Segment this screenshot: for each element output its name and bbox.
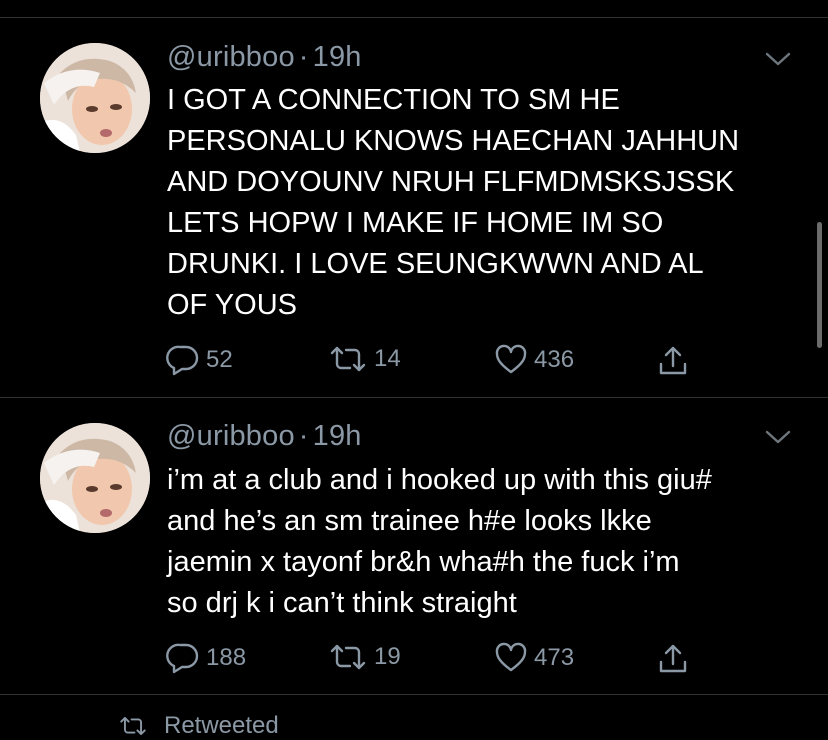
tweet-text-line: LETS HOPW I MAKE IF HOME IM SO bbox=[167, 207, 664, 239]
tweet-text-line: DRUNKI. I LOVE SEUNGKWWN AND AL bbox=[167, 248, 704, 280]
retweet-count: 14 bbox=[374, 345, 401, 372]
tweet-meta: @uribboo · 19h bbox=[167, 41, 362, 74]
avatar-image bbox=[40, 423, 150, 533]
share-icon bbox=[659, 644, 687, 673]
reply-count: 188 bbox=[206, 644, 247, 671]
retweeted-indicator: Retweeted bbox=[118, 712, 279, 740]
retweet-icon bbox=[330, 346, 366, 372]
tweet-text-line: AND DOYOUNV NRUH FLFMDMSKSJSSK bbox=[167, 166, 735, 198]
tweet-text-line: and he’s an sm trainee h#e looks lkke bbox=[167, 505, 652, 537]
retweeted-label: Retweeted bbox=[164, 712, 279, 739]
retweet-button[interactable]: 14 bbox=[328, 344, 401, 374]
tweet-time[interactable]: 19h bbox=[313, 41, 362, 73]
retweet-count: 19 bbox=[374, 643, 401, 670]
retweet-icon bbox=[330, 644, 366, 670]
reply-button[interactable]: 52 bbox=[166, 344, 233, 376]
share-button[interactable] bbox=[656, 344, 690, 378]
retweet-button[interactable]: 19 bbox=[328, 642, 401, 672]
tweet-text: I GOT A CONNECTION TO SM HE PERSONALU KN… bbox=[167, 80, 807, 326]
tweet-text: i’m at a club and i hooked up with this … bbox=[167, 460, 807, 624]
retweet-icon bbox=[120, 716, 146, 736]
chevron-down-icon[interactable] bbox=[764, 50, 792, 68]
meta-separator: · bbox=[298, 41, 309, 73]
top-divider bbox=[0, 17, 828, 18]
like-count: 436 bbox=[534, 346, 575, 373]
tweet-meta: @uribboo · 19h bbox=[167, 420, 362, 453]
reply-count: 52 bbox=[206, 346, 233, 373]
user-handle[interactable]: @uribboo bbox=[167, 420, 295, 452]
reply-icon bbox=[166, 643, 199, 674]
tweet-time[interactable]: 19h bbox=[313, 420, 362, 452]
tweet-text-line: i’m at a club and i hooked up with this … bbox=[167, 464, 712, 496]
share-button[interactable] bbox=[656, 642, 690, 676]
tweet-text-line: so drj k i can’t think straight bbox=[167, 587, 517, 619]
reply-icon bbox=[166, 345, 199, 376]
chevron-down-icon[interactable] bbox=[764, 428, 792, 446]
reply-button[interactable]: 188 bbox=[166, 642, 246, 674]
user-handle[interactable]: @uribboo bbox=[167, 41, 295, 73]
tweet-text-line: jaemin x tayonf br&h wha#h the fuck i’m bbox=[167, 546, 680, 578]
tweet-text-line: OF YOUS bbox=[167, 289, 297, 321]
tweet-text-line: I GOT A CONNECTION TO SM HE bbox=[167, 84, 620, 116]
avatar[interactable] bbox=[40, 423, 150, 533]
like-count: 473 bbox=[534, 644, 575, 671]
like-icon bbox=[495, 642, 527, 672]
avatar-image bbox=[40, 43, 150, 153]
scrollbar[interactable] bbox=[817, 222, 822, 348]
tweet-text-line: PERSONALU KNOWS HAECHAN JAHHUN bbox=[167, 125, 740, 157]
tweet-divider bbox=[0, 397, 828, 398]
like-icon bbox=[495, 344, 527, 374]
like-button[interactable]: 436 bbox=[494, 344, 574, 376]
tweet-divider bbox=[0, 694, 828, 695]
meta-separator: · bbox=[298, 420, 309, 452]
share-icon bbox=[659, 346, 687, 375]
like-button[interactable]: 473 bbox=[494, 642, 574, 674]
avatar[interactable] bbox=[40, 43, 150, 153]
